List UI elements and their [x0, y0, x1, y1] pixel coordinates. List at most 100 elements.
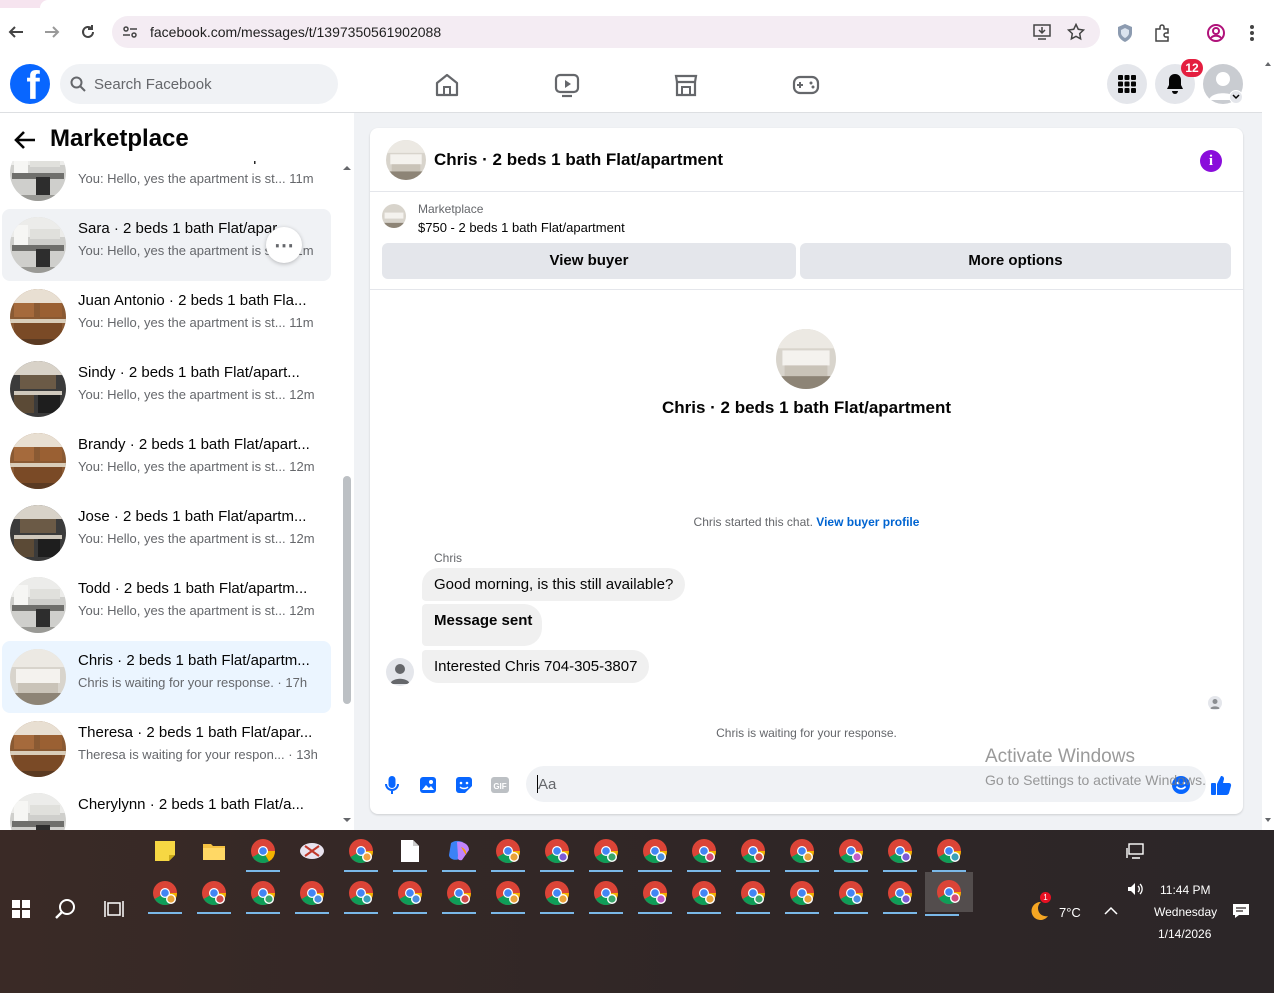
- video-icon[interactable]: [553, 71, 581, 99]
- file-explorer-icon[interactable]: [197, 834, 231, 868]
- chrome-window-icon[interactable]: [785, 876, 819, 914]
- windows-start-icon[interactable]: [4, 892, 38, 926]
- scroll-up-icon[interactable]: [1264, 61, 1272, 67]
- chrome-window-icon[interactable]: [246, 876, 280, 914]
- page-scrollbar[interactable]: [1262, 57, 1274, 830]
- conversation-item[interactable]: Chris · 2 beds 1 bath Flat/apartm... Chri…: [2, 641, 331, 713]
- document-icon[interactable]: [393, 834, 427, 872]
- intro-avatar[interactable]: [776, 329, 836, 389]
- chrome-profile-icon[interactable]: [785, 834, 819, 872]
- home-icon[interactable]: [433, 71, 461, 99]
- chrome-window-icon[interactable]: [491, 876, 525, 914]
- chrome-window-icon[interactable]: [344, 876, 378, 914]
- clock-day[interactable]: Wednesday: [1154, 905, 1217, 919]
- chrome-profile-icon[interactable]: [932, 834, 966, 872]
- photo-icon[interactable]: [417, 774, 439, 796]
- chrome-window-icon[interactable]: [295, 876, 329, 914]
- back-icon[interactable]: [4, 20, 28, 44]
- conversation-item[interactable]: Matt · 2 beds 1 bath Flat/apartm... You: …: [2, 161, 331, 209]
- listing-title[interactable]: $750 - 2 beds 1 bath Flat/apartment: [418, 220, 625, 235]
- conversation-item[interactable]: Theresa · 2 beds 1 bath Flat/apar... Ther…: [2, 713, 331, 785]
- message-bubble[interactable]: Interested Chris 704-305-3807: [422, 650, 650, 683]
- scroll-thumb[interactable]: [343, 476, 351, 704]
- gif-icon[interactable]: GIF: [489, 774, 511, 796]
- address-bar[interactable]: facebook.com/messages/t/1397350561902088: [112, 16, 1100, 48]
- conversation-item[interactable]: Sindy · 2 beds 1 bath Flat/apart... You: …: [2, 353, 331, 425]
- sender-avatar[interactable]: [386, 658, 414, 686]
- sidebar-scrollbar[interactable]: [340, 161, 354, 830]
- conversation-item[interactable]: Brandy · 2 beds 1 bath Flat/apart... You:…: [2, 425, 331, 497]
- chrome-profile-icon[interactable]: [736, 834, 770, 872]
- clock-time[interactable]: 11:44 PM: [1160, 883, 1210, 897]
- site-settings-icon[interactable]: [120, 22, 140, 42]
- facebook-logo-icon[interactable]: f: [10, 64, 50, 104]
- reload-icon[interactable]: [76, 20, 100, 44]
- chrome-window-icon[interactable]: [925, 872, 973, 916]
- more-actions-icon[interactable]: ⋯: [266, 227, 302, 263]
- sticker-icon[interactable]: [453, 774, 475, 796]
- task-view-icon[interactable]: [97, 892, 131, 926]
- forward-icon[interactable]: [40, 20, 64, 44]
- active-tab[interactable]: [40, 0, 1274, 8]
- volume-icon[interactable]: [1119, 872, 1153, 906]
- chrome-window-icon[interactable]: [589, 876, 623, 914]
- weather-temp[interactable]: 7°C: [1059, 905, 1081, 920]
- view-buyer-button[interactable]: View buyer: [382, 243, 796, 279]
- account-avatar[interactable]: [1203, 64, 1243, 104]
- scroll-up-icon[interactable]: [342, 165, 352, 171]
- chrome-icon[interactable]: [246, 834, 280, 872]
- chrome-profile-icon[interactable]: [687, 834, 721, 872]
- paint-app-icon[interactable]: [295, 834, 329, 868]
- microphone-icon[interactable]: [381, 774, 403, 796]
- back-arrow-icon[interactable]: [12, 127, 38, 153]
- info-icon[interactable]: i: [1200, 150, 1222, 172]
- chrome-window-icon[interactable]: [197, 876, 231, 914]
- conversation-item[interactable]: Jose · 2 beds 1 bath Flat/apartm... You: …: [2, 497, 331, 569]
- weather-icon[interactable]: [1022, 894, 1056, 928]
- scroll-down-icon[interactable]: [342, 817, 352, 823]
- conversation-item[interactable]: Cherylynn · 2 beds 1 bath Flat/a...: [2, 785, 331, 830]
- chrome-profile-icon[interactable]: [589, 834, 623, 872]
- chrome-window-icon[interactable]: [883, 876, 917, 914]
- bookmark-star-icon[interactable]: [1066, 22, 1086, 42]
- more-options-button[interactable]: More options: [800, 243, 1231, 279]
- browser-menu-icon[interactable]: [1241, 22, 1263, 44]
- desktop-icon[interactable]: [1118, 834, 1152, 868]
- chrome-window-icon[interactable]: [687, 876, 721, 914]
- chrome-window-icon[interactable]: [736, 876, 770, 914]
- profile-icon[interactable]: [1205, 22, 1227, 44]
- chrome-window-icon[interactable]: [393, 876, 427, 914]
- search-input[interactable]: Search Facebook: [60, 64, 338, 104]
- message-bubble[interactable]: Good morning, is this still available?: [422, 568, 686, 601]
- chrome-profile-icon[interactable]: [491, 834, 525, 872]
- chrome-window-icon[interactable]: [148, 876, 182, 914]
- chrome-profile-icon[interactable]: [883, 834, 917, 872]
- view-buyer-profile-link[interactable]: View buyer profile: [816, 515, 919, 529]
- chrome-profile-icon[interactable]: [834, 834, 868, 872]
- shield-extension-icon[interactable]: [1114, 22, 1136, 44]
- menu-grid-button[interactable]: [1107, 64, 1147, 104]
- chrome-window-icon[interactable]: [442, 876, 476, 914]
- sticky-notes-icon[interactable]: [148, 834, 182, 868]
- thumbs-up-icon[interactable]: [1210, 774, 1232, 796]
- install-app-icon[interactable]: [1032, 22, 1052, 42]
- chrome-profile-icon[interactable]: [638, 834, 672, 872]
- chrome-profile-icon[interactable]: [344, 834, 378, 872]
- message-bubble[interactable]: Message sent: [422, 604, 542, 646]
- chat-avatar[interactable]: [386, 140, 426, 180]
- chrome-window-icon[interactable]: [638, 876, 672, 914]
- scroll-down-icon[interactable]: [1264, 817, 1272, 823]
- conversation-item[interactable]: Juan Antonio · 2 beds 1 bath Fla... You: …: [2, 281, 331, 353]
- gaming-icon[interactable]: [792, 71, 820, 99]
- chrome-profile-icon[interactable]: [540, 834, 574, 872]
- marketplace-icon[interactable]: [672, 71, 700, 99]
- conversation-item[interactable]: Sara · 2 beds 1 bath Flat/apar... You: He…: [2, 209, 331, 281]
- extensions-icon[interactable]: [1151, 22, 1173, 44]
- taskbar-search-icon[interactable]: [49, 892, 83, 926]
- clock-date[interactable]: 1/14/2026: [1158, 927, 1211, 941]
- listing-thumbnail[interactable]: [382, 204, 406, 228]
- chrome-window-icon[interactable]: [540, 876, 574, 914]
- notification-center-icon[interactable]: [1224, 894, 1258, 928]
- copilot-icon[interactable]: [442, 834, 476, 872]
- conversation-item[interactable]: Todd · 2 beds 1 bath Flat/apartm... You: …: [2, 569, 331, 641]
